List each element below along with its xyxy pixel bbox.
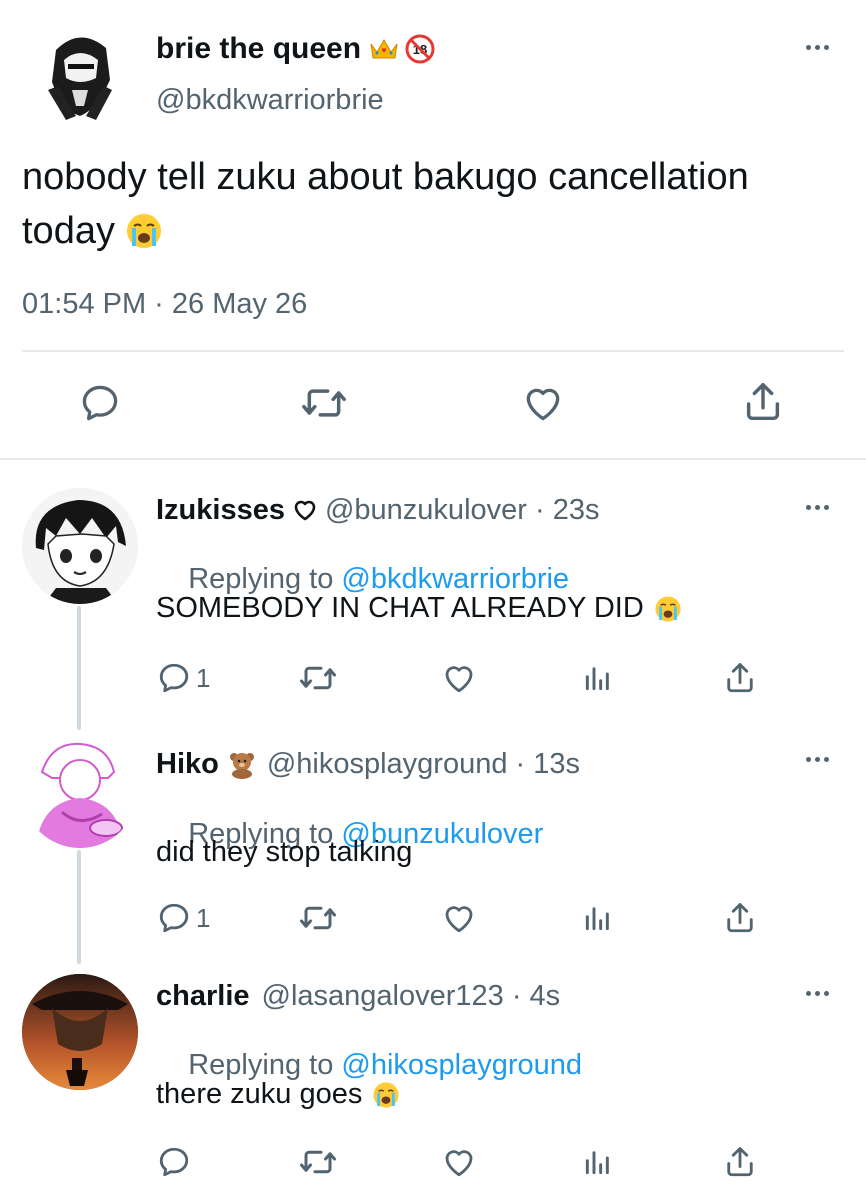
share-icon[interactable] [722,660,758,696]
timestamp[interactable]: 01:54 PM · 26 May 26 [22,288,307,321]
reply-text: SOMEBODY IN CHAT ALREADY DID [156,592,644,624]
reply-button[interactable]: 1 [156,900,210,936]
divider [22,350,844,352]
replying-to-label: Replying to [188,563,342,595]
like-icon[interactable] [440,900,478,936]
crown-icon [369,36,399,62]
reply-icon[interactable] [78,381,122,425]
more-options-icon[interactable] [806,756,834,764]
reply-text: did they stop talking [156,836,413,868]
display-name[interactable]: brie the queen [156,32,361,66]
reply-age[interactable]: · 4s [504,980,560,1013]
handle[interactable]: @bkdkwarriorbrie [156,84,384,117]
reply-count: 1 [196,662,211,693]
like-icon[interactable] [440,660,478,696]
reply-text: there zuku goes [156,1078,363,1110]
display-name[interactable]: Izukisses [156,494,285,527]
retweet-icon[interactable] [298,1144,338,1180]
reply-icon [156,660,192,696]
more-options-icon[interactable] [806,44,834,52]
section-divider [0,458,866,460]
more-options-icon[interactable] [806,504,834,512]
avatar[interactable] [22,732,138,848]
reply-button[interactable]: 1 [156,660,210,696]
more-options-icon[interactable] [806,990,834,998]
thread-line [77,606,81,730]
retweet-icon[interactable] [298,660,338,696]
18-plus-icon: 18 [405,34,435,64]
teddy-bear-icon [227,749,257,779]
share-icon[interactable] [722,900,758,936]
replying-to-link[interactable]: @bkdkwarriorbrie [341,563,569,595]
display-name[interactable]: Hiko [156,748,219,781]
replying-to-label: Replying to [188,1049,342,1081]
retweet-icon[interactable] [300,381,348,425]
share-icon[interactable] [740,379,786,425]
handle[interactable]: @hikosplayground [267,748,508,781]
reply-button[interactable] [156,1144,196,1180]
reply-count: 1 [196,902,211,933]
handle[interactable]: @bunzukulover [325,494,527,527]
tweet-text-line-1: nobody tell zuku about bakugo cancellati… [22,156,749,198]
avatar[interactable] [22,974,138,1090]
replying-to-link[interactable]: @hikosplayground [341,1049,582,1081]
avatar[interactable] [26,20,134,128]
loudly-crying-face-icon [372,1081,400,1109]
handle[interactable]: @lasangalover123 [262,980,504,1013]
tweet-text: nobody tell zuku about bakugo cancellati… [22,150,749,258]
reply-icon [156,900,192,936]
views-icon[interactable] [582,662,614,694]
tweet-text-line-2: today [22,210,115,252]
heart-outline-icon [293,499,317,521]
views-icon[interactable] [582,902,614,934]
like-icon[interactable] [440,1144,478,1180]
avatar[interactable] [22,488,138,604]
share-icon[interactable] [722,1144,758,1180]
thread-line [77,850,81,964]
reply-icon [156,1144,192,1180]
display-name[interactable]: charlie [156,980,250,1013]
reply-age[interactable]: · 13s [507,748,580,781]
loudly-crying-face-icon [654,595,682,623]
retweet-icon[interactable] [298,900,338,936]
loudly-crying-face-icon [125,212,163,250]
like-icon[interactable] [520,381,566,425]
reply-age[interactable]: · 23s [527,494,599,527]
views-icon[interactable] [582,1146,614,1178]
